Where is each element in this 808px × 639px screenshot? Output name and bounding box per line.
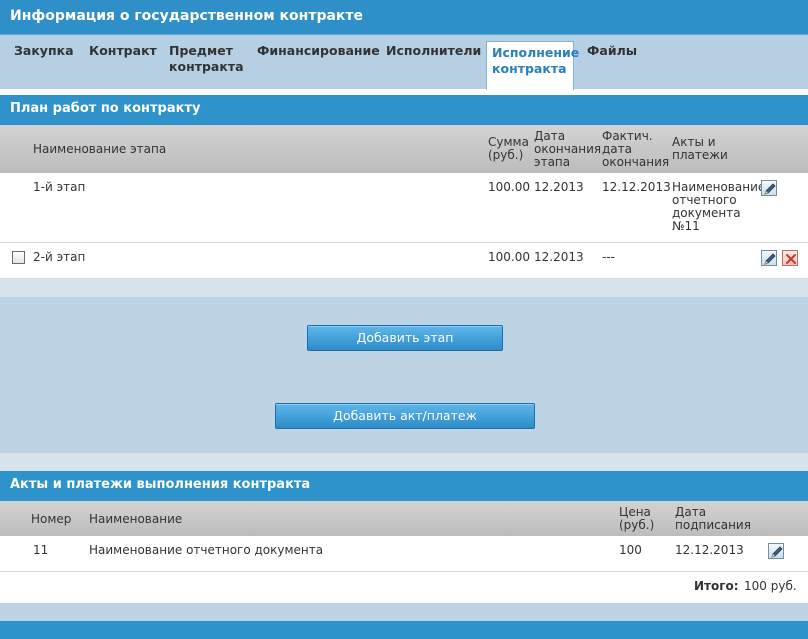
- edit-pencil-icon[interactable]: [768, 543, 784, 559]
- col-sum: Сумма (руб.): [488, 135, 529, 162]
- col-end-date: Дата окончания этапа: [534, 129, 602, 169]
- plan-section-title: План работ по контракту: [0, 95, 808, 125]
- tab-purchase[interactable]: Закупка: [14, 43, 74, 59]
- section-spacer: [0, 453, 808, 471]
- tab-contract[interactable]: Контракт: [89, 43, 157, 59]
- stage-actual-date: 12.12.2013: [602, 180, 671, 194]
- stage-end-date: 12.2013: [534, 250, 584, 264]
- plan-actions-panel: Добавить этап Добавить акт/платеж: [0, 297, 808, 453]
- act-price: 100: [619, 543, 642, 557]
- col-sign-date: Дата подписания: [675, 505, 751, 532]
- stage-name: 1-й этап: [33, 180, 86, 194]
- tab-execution[interactable]: Исполнение контракта: [486, 41, 579, 90]
- table-row: 2-й этап 100.00 12.2013 ---: [0, 243, 808, 279]
- stage-actual-date: ---: [602, 250, 615, 264]
- stage-name: 2-й этап: [33, 250, 86, 264]
- add-act-button[interactable]: Добавить акт/платеж: [275, 403, 535, 429]
- act-sign-date: 12.12.2013: [675, 543, 744, 557]
- tab-subject[interactable]: Предмет контракта: [169, 43, 244, 75]
- col-acts: Акты и платежи: [672, 135, 728, 162]
- stage-end-date: 12.2013: [534, 180, 584, 194]
- bottom-bar: [0, 621, 808, 639]
- tab-executors[interactable]: Исполнители: [386, 43, 481, 59]
- col-number: Номер: [31, 512, 72, 526]
- page-title: Информация о государственном контракте: [0, 0, 808, 34]
- delete-x-icon[interactable]: [782, 250, 798, 266]
- plan-table-header: Наименование этапа Сумма (руб.) Дата око…: [0, 125, 808, 173]
- acts-table-header: Номер Наименование Цена (руб.) Дата подп…: [0, 501, 808, 536]
- col-stage-name: Наименование этапа: [33, 142, 167, 156]
- edit-pencil-icon[interactable]: [761, 250, 777, 266]
- col-name: Наименование: [89, 512, 183, 526]
- stage-sum: 100.00: [488, 180, 530, 194]
- stage-acts-link[interactable]: Наименование отчетного документа №11: [672, 181, 765, 233]
- col-price: Цена (руб.): [619, 505, 655, 532]
- table-row: 1-й этап 100.00 12.2013 12.12.2013 Наиме…: [0, 173, 808, 243]
- act-name: Наименование отчетного документа: [89, 543, 324, 557]
- stage-checkbox[interactable]: [12, 251, 25, 264]
- acts-section-title: Акты и платежи выполнения контракта: [0, 471, 808, 501]
- tab-files[interactable]: Файлы: [587, 43, 637, 59]
- table-row: 11 Наименование отчетного документа 100 …: [0, 536, 808, 572]
- edit-pencil-icon[interactable]: [761, 180, 777, 196]
- add-stage-button[interactable]: Добавить этап: [307, 325, 503, 351]
- stage-sum: 100.00: [488, 250, 530, 264]
- acts-total-row: Итого: 100 руб.: [0, 572, 808, 603]
- total-label: Итого:: [694, 579, 739, 593]
- act-number: 11: [33, 543, 49, 557]
- total-value: 100 руб.: [744, 579, 797, 593]
- col-actual-date: Фактич. дата окончания: [602, 129, 670, 169]
- tab-bar: Закупка Контракт Предмет контракта Финан…: [0, 34, 808, 90]
- table-spacer: [0, 279, 808, 297]
- tab-financing[interactable]: Финансирование: [257, 43, 380, 59]
